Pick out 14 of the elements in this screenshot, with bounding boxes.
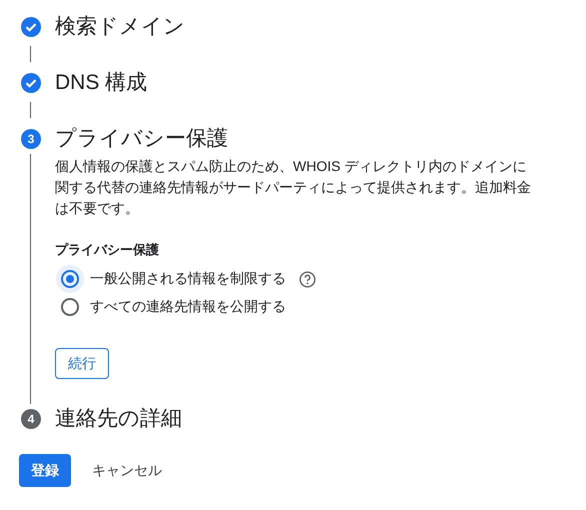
step-title: プライバシー保護 xyxy=(55,126,228,152)
step-title: DNS 構成 xyxy=(55,70,148,96)
register-button[interactable]: 登録 xyxy=(19,454,71,487)
step-title: 検索ドメイン xyxy=(55,14,185,40)
group-label: プライバシー保護 xyxy=(55,241,160,259)
radio-label: 一般公開される情報を制限する xyxy=(90,270,286,288)
step-title: 連絡先の詳細 xyxy=(55,406,182,432)
step-number: 4 xyxy=(21,409,41,429)
step-number: 3 xyxy=(21,129,41,149)
radio-button[interactable] xyxy=(56,265,84,293)
continue-button[interactable]: 続行 xyxy=(55,348,109,379)
radio-label: すべての連絡先情報を公開する xyxy=(90,298,286,316)
help-icon[interactable] xyxy=(299,270,316,288)
step-description: 個人情報の保護とスパム防止のため、WHOIS ディレクトリ内のドメインに関する代替の連絡先情報がサードパーティによって提供されます。追加料金は不要です。 xyxy=(55,157,532,218)
